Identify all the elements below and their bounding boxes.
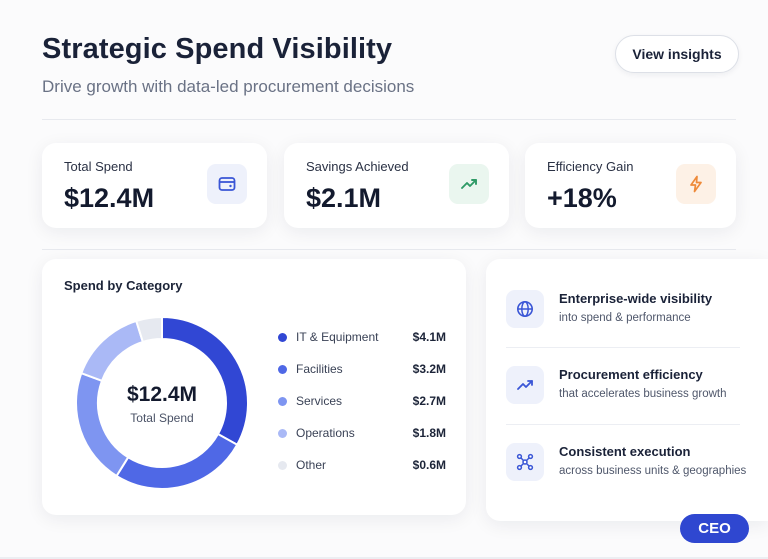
legend-label: Facilities	[296, 362, 343, 376]
legend-value: $1.8M	[412, 426, 446, 440]
page-title: Strategic Spend Visibility	[42, 33, 393, 65]
legend-swatch	[278, 429, 287, 438]
donut-segment-facilities	[115, 432, 239, 490]
header-divider	[42, 119, 736, 120]
feature-title: Enterprise-wide visibility	[559, 291, 713, 306]
feature-title: Procurement efficiency	[559, 367, 703, 382]
kpi-value: +18%	[547, 183, 617, 213]
kpi-label: Efficiency Gain	[547, 159, 634, 174]
legend-label: IT & Equipment	[296, 330, 379, 344]
globe-icon	[506, 290, 544, 328]
feature-item: Procurement efficiency that accelerates …	[506, 364, 740, 414]
feature-subtitle: into spend & performance	[559, 312, 691, 324]
legend-value: $4.1M	[412, 330, 446, 344]
feature-item: Enterprise-wide visibility into spend & …	[506, 288, 740, 338]
legend-value: $2.7M	[412, 394, 446, 408]
kpi-label: Savings Achieved	[306, 159, 409, 174]
legend-label: Operations	[296, 426, 355, 440]
legend-swatch	[278, 397, 287, 406]
legend-item: Other $0.6M	[278, 456, 446, 476]
legend-item: Operations $1.8M	[278, 424, 446, 444]
legend-value: $0.6M	[412, 458, 446, 472]
legend-label: Other	[296, 458, 327, 472]
donut-center-label: Total Spend	[130, 411, 194, 425]
feature-subtitle: across business units & geographies	[559, 465, 747, 477]
feature-divider	[506, 424, 740, 425]
legend-label: Services	[296, 394, 343, 408]
donut-center-value: $12.4M	[126, 383, 198, 406]
kpi-card-efficiency: Efficiency Gain +18%	[525, 143, 736, 228]
legend-swatch	[278, 365, 287, 374]
kpi-value: $2.1M	[306, 183, 382, 213]
legend-swatch	[278, 461, 287, 470]
trend-up-icon	[506, 366, 544, 404]
chart-title: Spend by Category	[64, 278, 183, 293]
trend-up-icon	[449, 164, 489, 204]
legend-value: $3.2M	[412, 362, 446, 376]
legend-item: IT & Equipment $4.1M	[278, 328, 446, 348]
kpi-card-total-spend: Total Spend $12.4M	[42, 143, 267, 228]
feature-subtitle: that accelerates business growth	[559, 388, 727, 400]
section-divider	[42, 249, 736, 250]
legend-swatch	[278, 333, 287, 342]
donut-segment-it-equipment	[161, 315, 249, 447]
lightning-icon	[676, 164, 716, 204]
network-icon	[506, 443, 544, 481]
feature-title: Consistent execution	[559, 444, 691, 459]
wallet-icon	[207, 164, 247, 204]
legend-item: Facilities $3.2M	[278, 360, 446, 380]
page-subtitle: Drive growth with data-led procurement d…	[42, 77, 415, 96]
feature-divider	[506, 347, 740, 348]
feature-item: Consistent execution across business uni…	[506, 441, 746, 491]
kpi-value: $12.4M	[64, 183, 155, 213]
kpi-card-savings: Savings Achieved $2.1M	[284, 143, 509, 228]
ceo-badge[interactable]: CEO	[680, 514, 749, 543]
spend-by-category-card: Spend by Category $12.4M Total Spend IT …	[42, 259, 466, 515]
view-insights-button[interactable]: View insights	[615, 35, 739, 73]
legend-item: Services $2.7M	[278, 392, 446, 412]
kpi-label: Total Spend	[64, 159, 133, 174]
donut-segment-operations	[80, 319, 145, 383]
features-card: Enterprise-wide visibility into spend & …	[486, 259, 768, 521]
